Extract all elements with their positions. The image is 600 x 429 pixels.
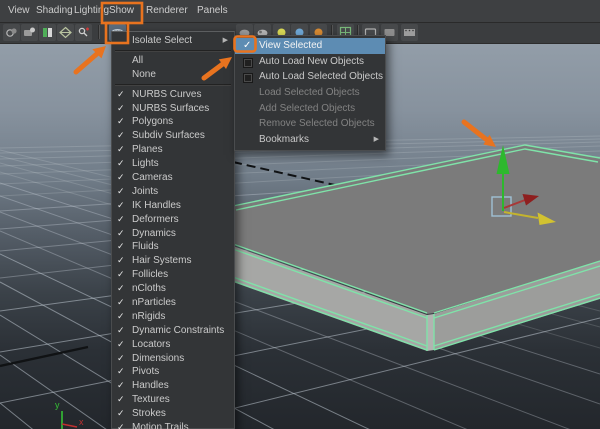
menu-item-follicles[interactable]: ✓ Follicles	[112, 268, 234, 282]
menu-renderer[interactable]: Renderer	[146, 0, 188, 22]
menu-item-ncloths[interactable]: ✓ nCloths	[112, 282, 234, 296]
check-icon: ✓	[117, 102, 125, 113]
menu-item-fluids[interactable]: ✓ Fluids	[112, 240, 234, 254]
check-icon: ✓	[117, 213, 125, 224]
menu-separator	[115, 49, 231, 52]
menu-item-deformers[interactable]: ✓ Deformers	[112, 213, 234, 227]
menu-show[interactable]: Show	[109, 0, 134, 22]
check-icon: ✓	[117, 255, 125, 266]
gate-mask-icon[interactable]	[401, 24, 418, 41]
key-icon[interactable]	[75, 24, 92, 41]
menu-item-nrigids[interactable]: ✓ nRigids	[112, 310, 234, 324]
menu-item-motion-trails[interactable]: ✓ Motion Trails	[112, 421, 234, 429]
menu-item-ik-handles[interactable]: ✓ IK Handles	[112, 199, 234, 213]
menu-item-locators[interactable]: ✓ Locators	[112, 338, 234, 352]
check-icon: ✓	[117, 269, 125, 280]
check-icon: ✓	[117, 199, 125, 210]
submenu-item-view-selected[interactable]: ✓ View Selected	[235, 38, 385, 54]
menu-panels[interactable]: Panels	[197, 0, 228, 22]
check-icon: ✓	[117, 394, 125, 405]
menu-shading[interactable]: Shading	[36, 0, 73, 22]
menu-item-lights[interactable]: ✓ Lights	[112, 157, 234, 171]
submenu-item-add-selected-objects: Add Selected Objects	[259, 102, 356, 114]
menu-separator	[115, 83, 231, 86]
check-icon: ✓	[117, 297, 125, 308]
menu-item-cameras[interactable]: ✓ Cameras	[112, 171, 234, 185]
check-icon: ✓	[117, 227, 125, 238]
check-icon: ✓	[117, 310, 125, 321]
menu-lighting[interactable]: Lighting	[74, 0, 109, 22]
toolbar-separator	[98, 25, 100, 39]
axis-x-label: x	[79, 417, 84, 427]
check-icon: ✓	[243, 40, 252, 51]
check-icon: ✓	[117, 144, 125, 155]
menu-item-nurbs-surfaces[interactable]: ✓ NURBS Surfaces	[112, 102, 234, 116]
submenu-item-auto-load-selected-objects[interactable]: Auto Load Selected Objects	[235, 69, 385, 85]
menu-item-none[interactable]: None	[112, 68, 234, 82]
menu-item-dimensions[interactable]: ✓ Dimensions	[112, 352, 234, 366]
check-icon: ✓	[117, 408, 125, 419]
submenu-item-load-selected-objects: Load Selected Objects	[259, 87, 360, 99]
check-icon: ✓	[117, 241, 125, 252]
check-icon: ✓	[117, 366, 125, 377]
show-menu-dropdown: Isolate Select ▶ All None ✓ NURBS Curves …	[111, 31, 235, 429]
check-icon: ✓	[117, 352, 125, 363]
check-icon: ✓	[117, 338, 125, 349]
menu-item-hair-systems[interactable]: ✓ Hair Systems	[112, 254, 234, 268]
menu-item-strokes[interactable]: ✓ Strokes	[112, 407, 234, 421]
check-icon: ✓	[117, 324, 125, 335]
camera-attributes-icon[interactable]	[21, 24, 38, 41]
check-icon: ✓	[117, 380, 125, 391]
menu-item-subdiv-surfaces[interactable]: ✓ Subdiv Surfaces	[112, 129, 234, 143]
menu-item-polygons[interactable]: ✓ Polygons	[112, 115, 234, 129]
checkbox-unchecked[interactable]	[243, 57, 253, 68]
menu-item-pivots[interactable]: ✓ Pivots	[112, 365, 234, 379]
menu-item-all[interactable]: All	[112, 54, 234, 68]
menu-item-joints[interactable]: ✓ Joints	[112, 185, 234, 199]
menu-item-dynamic-constraints[interactable]: ✓ Dynamic Constraints	[112, 324, 234, 338]
isolate-select-submenu: ✓ View Selected Auto Load New Objects Au…	[234, 35, 386, 151]
submenu-item-bookmarks[interactable]: Bookmarks ▶	[235, 132, 385, 148]
menu-item-dynamics[interactable]: ✓ Dynamics	[112, 227, 234, 241]
submenu-item-auto-load-new-objects[interactable]: Auto Load New Objects	[235, 54, 385, 70]
panel-menubar: View Shading Lighting Show Renderer Pane…	[0, 0, 600, 23]
maya-viewport-window: y x View Shading Lighting Show Renderer …	[0, 0, 600, 429]
menu-item-isolate-select[interactable]: Isolate Select ▶	[112, 34, 234, 48]
menu-item-nparticles[interactable]: ✓ nParticles	[112, 296, 234, 310]
select-camera-icon[interactable]	[3, 24, 20, 41]
check-icon: ✓	[117, 185, 125, 196]
plane-corner-face[interactable]	[427, 314, 434, 351]
check-icon: ✓	[117, 283, 125, 294]
menu-item-handles[interactable]: ✓ Handles	[112, 379, 234, 393]
menu-item-planes[interactable]: ✓ Planes	[112, 143, 234, 157]
check-icon: ✓	[117, 422, 125, 429]
submenu-arrow-icon: ▶	[373, 136, 379, 144]
menu-item-nurbs-curves[interactable]: ✓ NURBS Curves	[112, 88, 234, 102]
check-icon: ✓	[117, 130, 125, 141]
check-icon: ✓	[117, 88, 125, 99]
check-icon: ✓	[117, 172, 125, 183]
check-icon: ✓	[117, 158, 125, 169]
menu-view[interactable]: View	[8, 0, 30, 22]
image-plane-icon[interactable]	[57, 24, 74, 41]
check-icon: ✓	[117, 116, 125, 127]
checkbox-unchecked[interactable]	[243, 73, 253, 84]
submenu-arrow-icon: ▶	[222, 37, 228, 44]
submenu-item-remove-selected-objects: Remove Selected Objects	[259, 118, 375, 130]
axis-y-label: y	[55, 400, 60, 410]
menu-item-textures[interactable]: ✓ Textures	[112, 393, 234, 407]
bookmarks-icon[interactable]	[39, 24, 56, 41]
